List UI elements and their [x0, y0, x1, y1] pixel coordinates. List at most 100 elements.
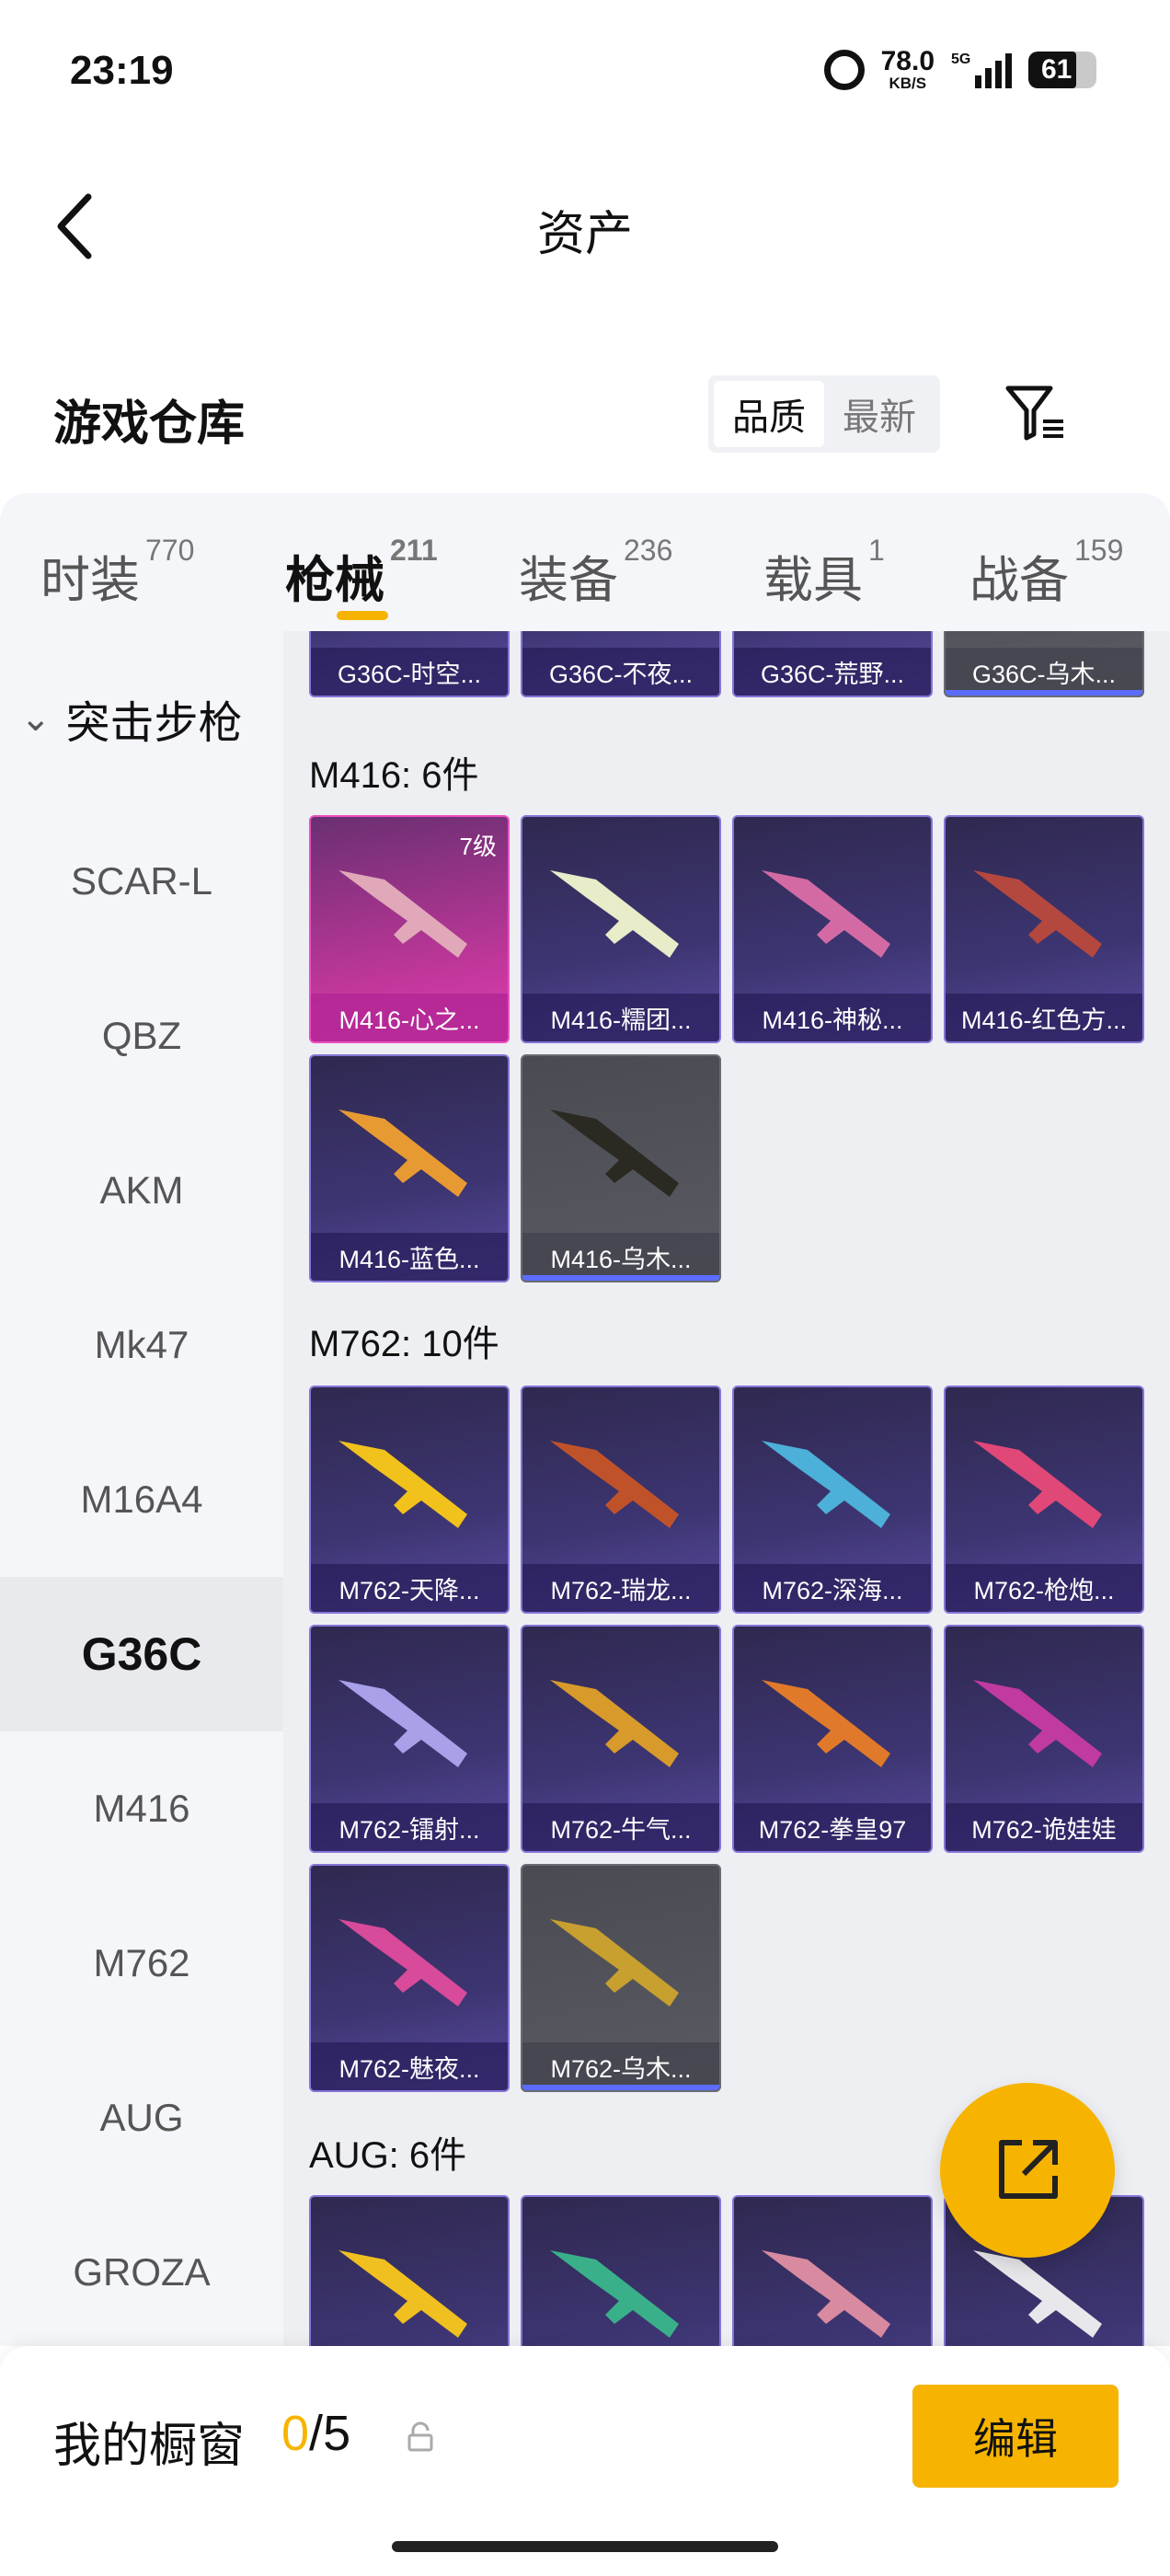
sort-quality-option[interactable]: 品质: [714, 381, 824, 447]
weapon-card[interactable]: M762-乌木...: [521, 1864, 721, 2092]
sidebar-group-label: 突击步枪: [65, 699, 243, 748]
rifle-icon: [338, 1110, 467, 1197]
weapon-card[interactable]: 7级 M416-心之...: [309, 815, 510, 1043]
weapon-card[interactable]: M416-糯团...: [521, 815, 721, 1043]
rarity-bar: [522, 1275, 719, 1281]
tab-count: 1: [868, 534, 885, 567]
rifle-icon: [762, 1441, 890, 1528]
tab-equipment[interactable]: 装备236: [519, 534, 672, 612]
weapon-card[interactable]: M762-枪炮...: [944, 1386, 1144, 1614]
weapon-card-name: M762-牛气...: [522, 1803, 719, 1851]
section-title: 游戏仓库: [53, 397, 246, 451]
weapon-card[interactable]: M762-诡娃娃: [944, 1625, 1144, 1853]
sidebar-item-qbz[interactable]: QBZ: [0, 959, 283, 1113]
weapon-card[interactable]: M762-魅夜...: [309, 1864, 510, 2092]
weapon-card[interactable]: M762-牛气...: [521, 1625, 721, 1853]
weapon-card-name: M762-枪炮...: [946, 1564, 1142, 1612]
weapon-card[interactable]: [309, 2195, 510, 2346]
rifle-icon: [338, 870, 467, 958]
sidebar-item-m762[interactable]: M762: [0, 1886, 283, 2041]
weapon-card-name: M762-镭射...: [311, 1803, 508, 1851]
alarm-icon: [823, 49, 865, 90]
sidebar-group-assault-rifles[interactable]: ⌄ 突击步枪: [20, 686, 243, 751]
tab-vehicles[interactable]: 载具1: [763, 534, 885, 612]
weapon-card-name: M762-乌木...: [522, 2042, 719, 2090]
rifle-icon: [338, 1919, 467, 2007]
category-tabs: 时装770 枪械211 装备236 载具1 战备159: [0, 493, 1170, 631]
sidebar-item-aug[interactable]: AUG: [0, 2041, 283, 2195]
weapon-card-name: M762-瑞龙...: [522, 1564, 719, 1612]
weapon-card[interactable]: M416-红色方...: [944, 815, 1144, 1043]
showcase-label: 我的橱窗: [53, 2420, 246, 2473]
share-icon: [999, 2140, 1058, 2199]
weapon-card[interactable]: G36C-不夜...: [521, 631, 721, 697]
rifle-icon: [550, 870, 679, 958]
weapon-card[interactable]: M416-乌木...: [521, 1054, 721, 1282]
rifle-icon: [973, 1441, 1102, 1528]
weapon-card[interactable]: [732, 2195, 933, 2346]
tab-count: 770: [145, 534, 195, 567]
edit-button[interactable]: 编辑: [912, 2385, 1118, 2488]
sort-newest-option[interactable]: 最新: [824, 381, 935, 447]
tab-firearms[interactable]: 枪械211: [285, 534, 438, 612]
tab-count: 236: [624, 534, 673, 567]
weapon-card[interactable]: M762-深海...: [732, 1386, 933, 1614]
rifle-icon: [550, 1919, 679, 2007]
tab-fashion[interactable]: 时装770: [40, 534, 194, 612]
status-icons: 78.0 KB/S 5G 61: [823, 48, 1096, 92]
sidebar-item-scar-l[interactable]: SCAR-L: [0, 804, 283, 959]
weapon-card-name: M762-诡娃娃: [946, 1803, 1142, 1851]
weapon-card[interactable]: G36C-时空...: [309, 631, 510, 697]
weapon-card-name: M762-天降...: [311, 1564, 508, 1612]
network-type: 5G: [951, 51, 971, 67]
page-title: 资产: [536, 208, 633, 261]
status-bar: 23:19 78.0 KB/S 5G 61: [0, 0, 1170, 138]
battery-level: 61: [1041, 53, 1072, 85]
weapon-card-name: G36C-荒野...: [734, 648, 931, 696]
weapon-card-name: G36C-时空...: [311, 648, 508, 696]
weapon-card[interactable]: G36C-荒野...: [732, 631, 933, 697]
weapon-card[interactable]: G36C-乌木...: [944, 631, 1144, 697]
rifle-icon: [762, 870, 890, 958]
sidebar-item-mk47[interactable]: Mk47: [0, 1268, 283, 1422]
weapon-card[interactable]: [521, 2195, 721, 2346]
sidebar-item-groza[interactable]: GROZA: [0, 2195, 283, 2346]
tab-label: 载具: [763, 553, 863, 608]
sidebar-item-m416[interactable]: M416: [0, 1731, 283, 1886]
nav-bar: 资产: [0, 156, 1170, 285]
rifle-icon: [550, 1110, 679, 1197]
weapon-card[interactable]: M762-天降...: [309, 1386, 510, 1614]
weapon-card-name: M416-心之...: [311, 994, 508, 1041]
showcase-count-separator: /: [309, 2406, 324, 2461]
tab-label: 时装: [40, 553, 140, 608]
weapon-card[interactable]: M762-镭射...: [309, 1625, 510, 1853]
showcase-count: 0/5: [281, 2405, 350, 2462]
weapon-card[interactable]: M762-瑞龙...: [521, 1386, 721, 1614]
weapon-sidebar: ⌄ 突击步枪 SCAR-L QBZ AKM Mk47 M16A4 G36C M4…: [0, 631, 283, 2346]
weapon-card-name: M762-拳皇97: [734, 1803, 931, 1851]
rifle-icon: [338, 1441, 467, 1528]
network-speed-unit: KB/S: [889, 75, 927, 92]
rifle-icon: [550, 1680, 679, 1767]
rarity-bar: [522, 2085, 719, 2090]
bottom-bar: 我的橱窗 0/5 编辑: [0, 2346, 1170, 2576]
weapon-card-name: M416-乌木...: [522, 1233, 719, 1281]
weapon-card[interactable]: M416-蓝色...: [309, 1054, 510, 1282]
weapon-card[interactable]: M762-拳皇97: [732, 1625, 933, 1853]
tab-label: 战备: [969, 553, 1069, 608]
tab-supplies[interactable]: 战备159: [969, 534, 1123, 612]
group-title-aug: AUG: 6件: [309, 2135, 467, 2176]
sidebar-item-g36c[interactable]: G36C: [0, 1577, 283, 1731]
showcase-count-total: 5: [323, 2406, 351, 2461]
home-indicator: [392, 2541, 778, 2552]
sidebar-item-akm[interactable]: AKM: [0, 1113, 283, 1268]
signal-icon: 5G: [951, 52, 1012, 88]
tab-count: 159: [1074, 534, 1124, 567]
weapon-card[interactable]: M416-神秘...: [732, 815, 933, 1043]
weapon-card-name: M416-神秘...: [734, 994, 931, 1041]
sidebar-item-m16a4[interactable]: M16A4: [0, 1422, 283, 1577]
share-button[interactable]: [940, 2083, 1115, 2258]
filter-icon[interactable]: [1003, 381, 1067, 445]
sort-toggle: 品质 最新: [708, 375, 940, 453]
rifle-icon: [550, 1441, 679, 1528]
